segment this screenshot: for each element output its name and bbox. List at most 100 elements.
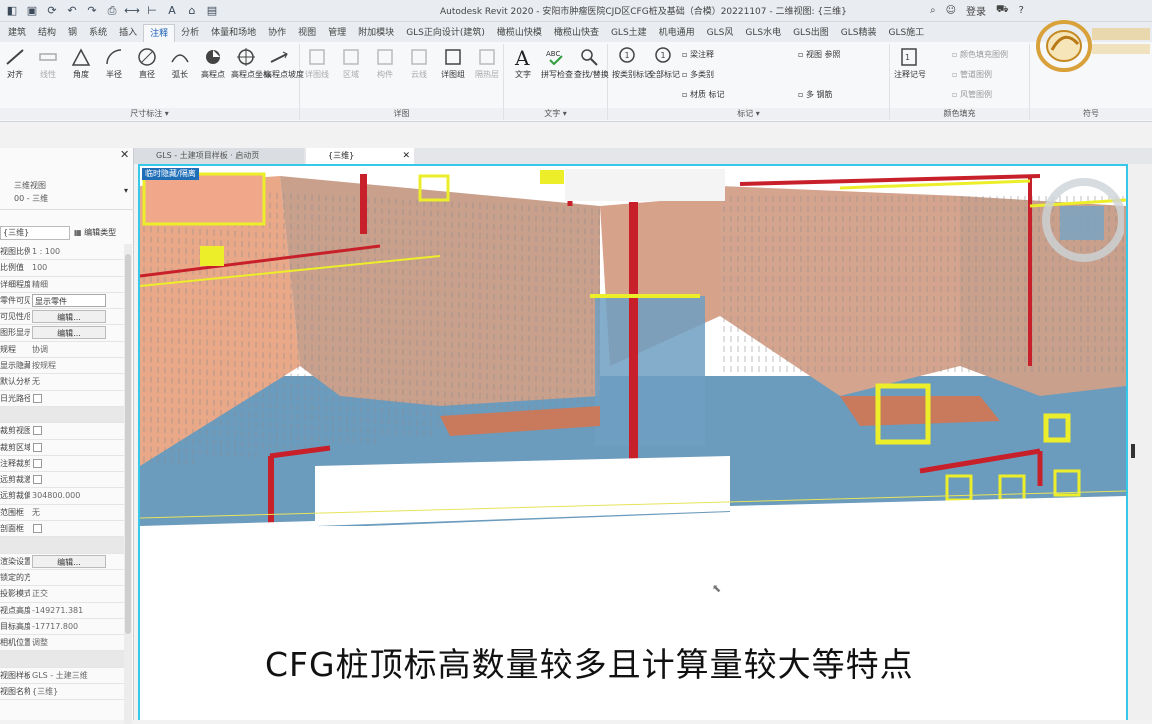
user-icon[interactable]: ☺: [946, 5, 956, 16]
tag-small-3[interactable]: ▫ 视图 参照: [798, 48, 841, 62]
detail-button-4[interactable]: 详图组: [438, 46, 468, 80]
tab-16[interactable]: 机电通用: [653, 24, 701, 42]
tag-small-4[interactable]: ▫ 多 钢筋: [798, 88, 833, 102]
detail-button-0[interactable]: 详图线: [302, 46, 332, 80]
edit-type-button[interactable]: ▦ 编辑类型: [74, 226, 130, 240]
search-icon[interactable]: ⌕: [930, 5, 936, 16]
tab-4[interactable]: 插入: [113, 24, 143, 42]
dimension-button-3[interactable]: 半径: [99, 46, 129, 80]
property-value[interactable]: 1 : 100: [32, 245, 106, 258]
tab-7[interactable]: 体量和场地: [205, 24, 262, 42]
tab-start-page[interactable]: GLS - 土建项目样板 · 启动页: [134, 148, 304, 164]
property-section-header[interactable]: [0, 537, 124, 554]
detail-button-2[interactable]: 构件: [370, 46, 400, 80]
tab-21[interactable]: GLS施工: [882, 24, 930, 42]
dimension-button-7[interactable]: 高程点坐标: [231, 46, 271, 80]
tab-17[interactable]: GLS风: [701, 24, 740, 42]
property-value[interactable]: 100: [32, 261, 106, 274]
measure-icon[interactable]: ⟷: [124, 3, 140, 19]
text-button-1[interactable]: ABC 拼写检查: [541, 46, 573, 80]
property-edit-button[interactable]: 编辑...: [32, 326, 106, 340]
dimension-button-4[interactable]: 直径: [132, 46, 162, 80]
viewcube-icon[interactable]: [1034, 170, 1124, 270]
tag-button-0[interactable]: 1 按类别标记: [612, 46, 652, 80]
tab-3d-view[interactable]: {三维} ✕: [306, 148, 414, 164]
tab-0[interactable]: 建筑: [2, 24, 32, 42]
tab-12[interactable]: GLS正向设计(建筑): [400, 24, 491, 42]
tab-8[interactable]: 协作: [262, 24, 292, 42]
cart-icon[interactable]: ⛟: [996, 4, 1009, 17]
dimension-button-2[interactable]: 角度: [66, 46, 96, 80]
tab-1[interactable]: 结构: [32, 24, 62, 42]
property-value[interactable]: {三维}: [32, 685, 106, 698]
tab-9[interactable]: 视图: [292, 24, 322, 42]
property-value[interactable]: -17717.800: [32, 620, 106, 633]
property-value[interactable]: 调整: [32, 636, 106, 649]
close-icon[interactable]: ✕: [120, 148, 129, 161]
dimension-button-6[interactable]: 高程点: [198, 46, 228, 80]
scroll-indicator[interactable]: [1131, 444, 1135, 458]
property-value[interactable]: 精细: [32, 278, 106, 291]
property-value[interactable]: 正交: [32, 587, 106, 600]
property-value[interactable]: 无: [32, 375, 106, 388]
property-edit-button[interactable]: 编辑...: [32, 310, 106, 324]
print-icon[interactable]: ⎙: [104, 3, 120, 19]
note-small-1[interactable]: ▫ 管道图例: [952, 68, 992, 82]
sign-in-label[interactable]: 登录: [966, 3, 986, 18]
properties-scrollbar[interactable]: [124, 244, 132, 724]
property-checkbox[interactable]: [33, 475, 42, 485]
tab-6[interactable]: 分析: [175, 24, 205, 42]
property-checkbox[interactable]: [33, 442, 42, 452]
property-checkbox[interactable]: [33, 458, 42, 468]
property-value[interactable]: GLS - 土建三维: [32, 669, 106, 682]
tag-small-1[interactable]: ▫ 多类别: [682, 68, 714, 82]
undo-icon[interactable]: ↶: [64, 3, 80, 19]
tag-small-2[interactable]: ▫ 材质 标记: [682, 88, 725, 102]
tab-20[interactable]: GLS精装: [835, 24, 883, 42]
property-section-header[interactable]: [0, 406, 124, 424]
property-value[interactable]: 按规程: [32, 359, 106, 372]
close-tab-icon[interactable]: ✕: [402, 148, 410, 164]
property-checkbox[interactable]: [33, 393, 42, 403]
property-value[interactable]: 显示零件: [32, 293, 106, 307]
tab-19[interactable]: GLS出图: [787, 24, 835, 42]
redo-icon[interactable]: ↷: [84, 3, 100, 19]
note-small-0[interactable]: ▫ 颜色填充图例: [952, 48, 1008, 62]
property-checkbox[interactable]: [33, 524, 42, 534]
view-scrollbar[interactable]: [1128, 164, 1152, 720]
detail-button-3[interactable]: 云线: [404, 46, 434, 80]
3d-view-icon[interactable]: ⌂: [184, 3, 200, 19]
tab-10[interactable]: 管理: [322, 24, 352, 42]
note-button-0[interactable]: 1 注释记号: [894, 46, 926, 80]
dimension-button-0[interactable]: 对齐: [0, 46, 30, 80]
tab-2[interactable]: 钢: [62, 24, 83, 42]
note-small-2[interactable]: ▫ 风管图例: [952, 88, 992, 102]
property-edit-button[interactable]: 编辑...: [32, 554, 106, 568]
tab-3[interactable]: 系统: [83, 24, 113, 42]
help-icon[interactable]: ?: [1019, 5, 1024, 16]
instance-filter-select[interactable]: {三维}: [0, 226, 70, 240]
tab-11[interactable]: 附加模块: [352, 24, 400, 42]
tag-small-0[interactable]: ▫ 梁注释: [682, 48, 714, 62]
dimension-button-8[interactable]: 高程点坡度: [264, 46, 304, 80]
property-value[interactable]: 协调: [32, 343, 106, 356]
dropdown-arrow-icon[interactable]: ▾: [124, 186, 128, 195]
text-icon[interactable]: A: [164, 3, 180, 19]
switch-windows-icon[interactable]: ▤: [204, 3, 220, 19]
scroll-thumb[interactable]: [125, 254, 131, 634]
model-canvas[interactable]: [140, 166, 1126, 720]
tab-5[interactable]: 注释: [143, 24, 176, 42]
3d-viewport[interactable]: 临时隐藏/隔离 CFG桩顶标高数量较多且计算量较大等特点: [138, 164, 1128, 720]
type-selector[interactable]: 三维视图 00 - 三维 ▾: [0, 166, 134, 210]
property-value[interactable]: -149271.381: [32, 604, 106, 617]
tab-15[interactable]: GLS土建: [605, 24, 653, 42]
tab-14[interactable]: 橄榄山快查: [548, 24, 605, 42]
sync-icon[interactable]: ⟳: [44, 3, 60, 19]
detail-button-1[interactable]: 区域: [336, 46, 366, 80]
dimension-button-1[interactable]: 线性: [33, 46, 63, 80]
dimension-button-5[interactable]: 弧长: [165, 46, 195, 80]
tab-18[interactable]: GLS水电: [739, 24, 787, 42]
text-button-0[interactable]: A 文字: [508, 46, 538, 80]
property-value[interactable]: 304800.000: [32, 489, 106, 502]
text-button-2[interactable]: 查找/替换: [574, 46, 609, 80]
